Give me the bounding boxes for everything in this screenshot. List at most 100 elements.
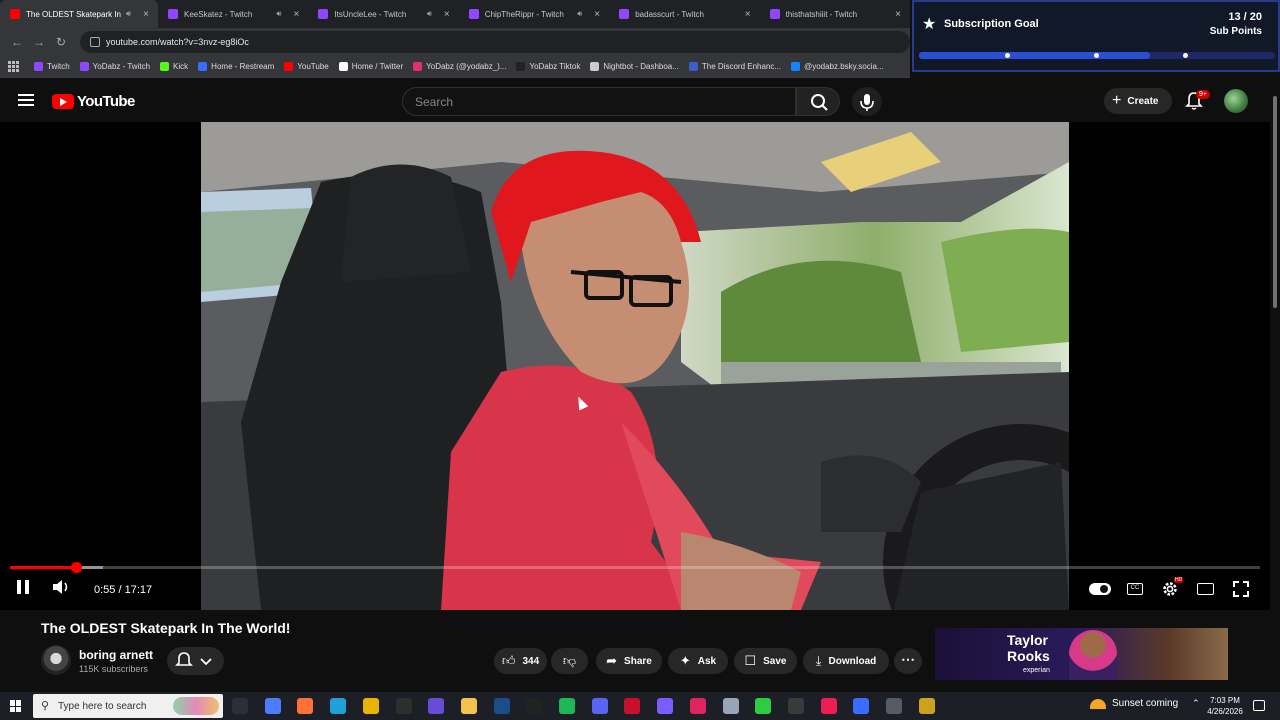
tab-close-icon[interactable]: × [591,9,603,20]
bookmark-item[interactable]: Kick [160,62,188,71]
search-input[interactable]: Search [402,87,796,116]
app-target-icon[interactable] [689,698,706,714]
tab-close-icon[interactable]: × [892,9,904,20]
forward-icon[interactable]: → [28,35,50,49]
goal-marker [1183,53,1188,58]
tab-close-icon[interactable]: × [742,9,754,20]
scrubber-handle[interactable] [71,562,83,573]
goal-progress-fill [919,52,1151,59]
tab-audio-icon[interactable]: 🔊︎ [276,9,286,19]
youtube-logo[interactable]: YouTube [52,93,135,110]
app-spiral-icon[interactable] [428,698,445,714]
voice-search-button[interactable] [852,87,882,116]
reload-icon[interactable]: ↻ [50,35,72,49]
spotify-icon[interactable] [559,698,575,714]
app-window-icon[interactable] [722,698,739,714]
bookmark-item[interactable]: @yodabz.bsky.socia... [791,62,884,71]
bookmark-item[interactable]: YoDabz - Twitch [79,62,150,71]
search-icon: ⚲ [41,700,50,712]
file-explorer-icon[interactable] [460,698,477,714]
tab-audio-icon[interactable]: 🔊︎ [126,9,136,19]
subscription-bell-button[interactable] [167,647,224,675]
channel-name[interactable]: boring arnett [79,648,153,662]
video-frame[interactable] [201,122,1069,610]
obs-icon[interactable] [395,698,412,714]
bookmark-item[interactable]: Twitch [34,62,70,71]
firefox-icon[interactable] [297,698,314,714]
browser-tab[interactable]: KeeSkatez - Twitch 🔊︎ × [158,0,308,28]
like-button[interactable]: 👍︎ 344 [494,648,547,674]
browser-tab[interactable]: ChipTheRippr - Twitch 🔊︎ × [459,0,609,28]
ask-button[interactable]: ✦ Ask [668,648,728,674]
search-button[interactable] [796,87,840,116]
bookmark-item[interactable]: YouTube [284,62,329,71]
goal-unit: Sub Points [1209,26,1262,37]
tab-close-icon[interactable]: × [290,9,302,20]
app-blue-icon[interactable] [853,698,870,714]
tab-audio-icon[interactable]: 🔊︎ [427,9,437,19]
windows-start-icon[interactable] [10,700,22,712]
copilot-icon[interactable] [264,698,281,714]
bookmark-item[interactable]: Home - Restream [198,62,274,71]
menu-icon[interactable] [18,94,34,106]
more-actions-button[interactable]: ⋯ [894,648,922,674]
weather-text: Sunset coming [1112,698,1179,709]
weather-widget[interactable]: Sunset coming ⌃ [1090,698,1200,709]
save-label: Save [763,655,787,667]
share-button[interactable]: ➦ Share [596,648,662,674]
browser-tab[interactable]: ItsUncleLee - Twitch 🔊︎ × [308,0,458,28]
account-avatar[interactable] [1224,89,1248,113]
dislike-button[interactable]: 👎︎ [551,648,588,674]
save-button[interactable]: ☐ Save [734,648,797,674]
tab-close-icon[interactable]: × [140,9,152,20]
taskbar-clock[interactable]: 7:03 PM 4/26/2026 [1203,695,1247,717]
bookmark-item[interactable]: Home / Twitter [338,62,403,71]
channel-avatar[interactable] [41,645,71,675]
thumbs-down-icon: 👎︎ [562,653,577,668]
apps-grid-icon[interactable] [8,60,20,73]
video-player[interactable]: 0:55 / 17:17 CC HD [0,122,1270,610]
tab-close-icon[interactable]: × [441,9,453,20]
app-yellow-icon[interactable] [918,698,935,714]
download-button[interactable]: ⤓ Download [803,648,889,674]
notification-center-icon[interactable] [1253,700,1265,711]
task-view-icon[interactable] [232,698,248,714]
video-progress-bar[interactable] [10,562,1260,573]
steam-icon[interactable] [493,698,510,714]
app-ring-icon[interactable] [787,698,804,714]
chrome-icon[interactable] [362,698,379,714]
site-info-icon[interactable] [90,37,100,47]
discord-icon[interactable] [591,698,608,714]
bookmark-item[interactable]: The Discord Enhanc... [688,62,781,71]
app-red-icon[interactable] [624,698,641,714]
captions-icon[interactable]: CC [1127,583,1143,595]
app-green-icon[interactable] [755,698,772,714]
sponsored-thumbnail[interactable]: Taylor Rooks experian [935,628,1228,680]
feather-icon[interactable] [657,698,674,714]
bookmark-item[interactable]: Nightbot - Dashboa... [590,62,679,71]
settings-icon[interactable] [886,698,902,714]
bookmark-label: Home - Restream [211,62,275,71]
url-input[interactable]: youtube.com/watch?v=3nvz-eg8iOc [80,31,910,53]
autoplay-toggle[interactable] [1089,583,1111,595]
tray-chevron-icon[interactable]: ⌃ [1192,698,1200,709]
epic-games-icon[interactable] [526,698,543,714]
browser-tab[interactable]: The OLDEST Skatepark In The W 🔊︎ × [0,0,158,28]
volume-icon[interactable] [52,579,70,595]
taskbar-search-input[interactable]: ⚲ Type here to search [33,694,223,718]
pause-icon[interactable] [16,579,30,595]
browser-tab[interactable]: badasscurt - Twitch × [609,0,759,28]
browser-tab[interactable]: thisthatshiiit - Twitch × [760,0,910,28]
fullscreen-icon[interactable] [1233,581,1249,597]
bookmark-item[interactable]: YoDabz (@yodabz_)... [413,62,506,71]
star-icon: ★ [922,16,937,33]
tab-audio-icon[interactable]: 🔊︎ [577,9,587,19]
edge-icon[interactable] [330,698,347,714]
create-button[interactable]: + Create [1104,88,1172,114]
tiktok-icon[interactable] [820,698,837,714]
bookmark-item[interactable]: YoDabz Tiktok [516,62,580,71]
notifications-badge: 9+ [1196,90,1210,99]
page-scrollbar[interactable] [1270,80,1280,692]
back-icon[interactable]: ← [6,35,28,49]
theater-mode-icon[interactable] [1197,583,1214,595]
